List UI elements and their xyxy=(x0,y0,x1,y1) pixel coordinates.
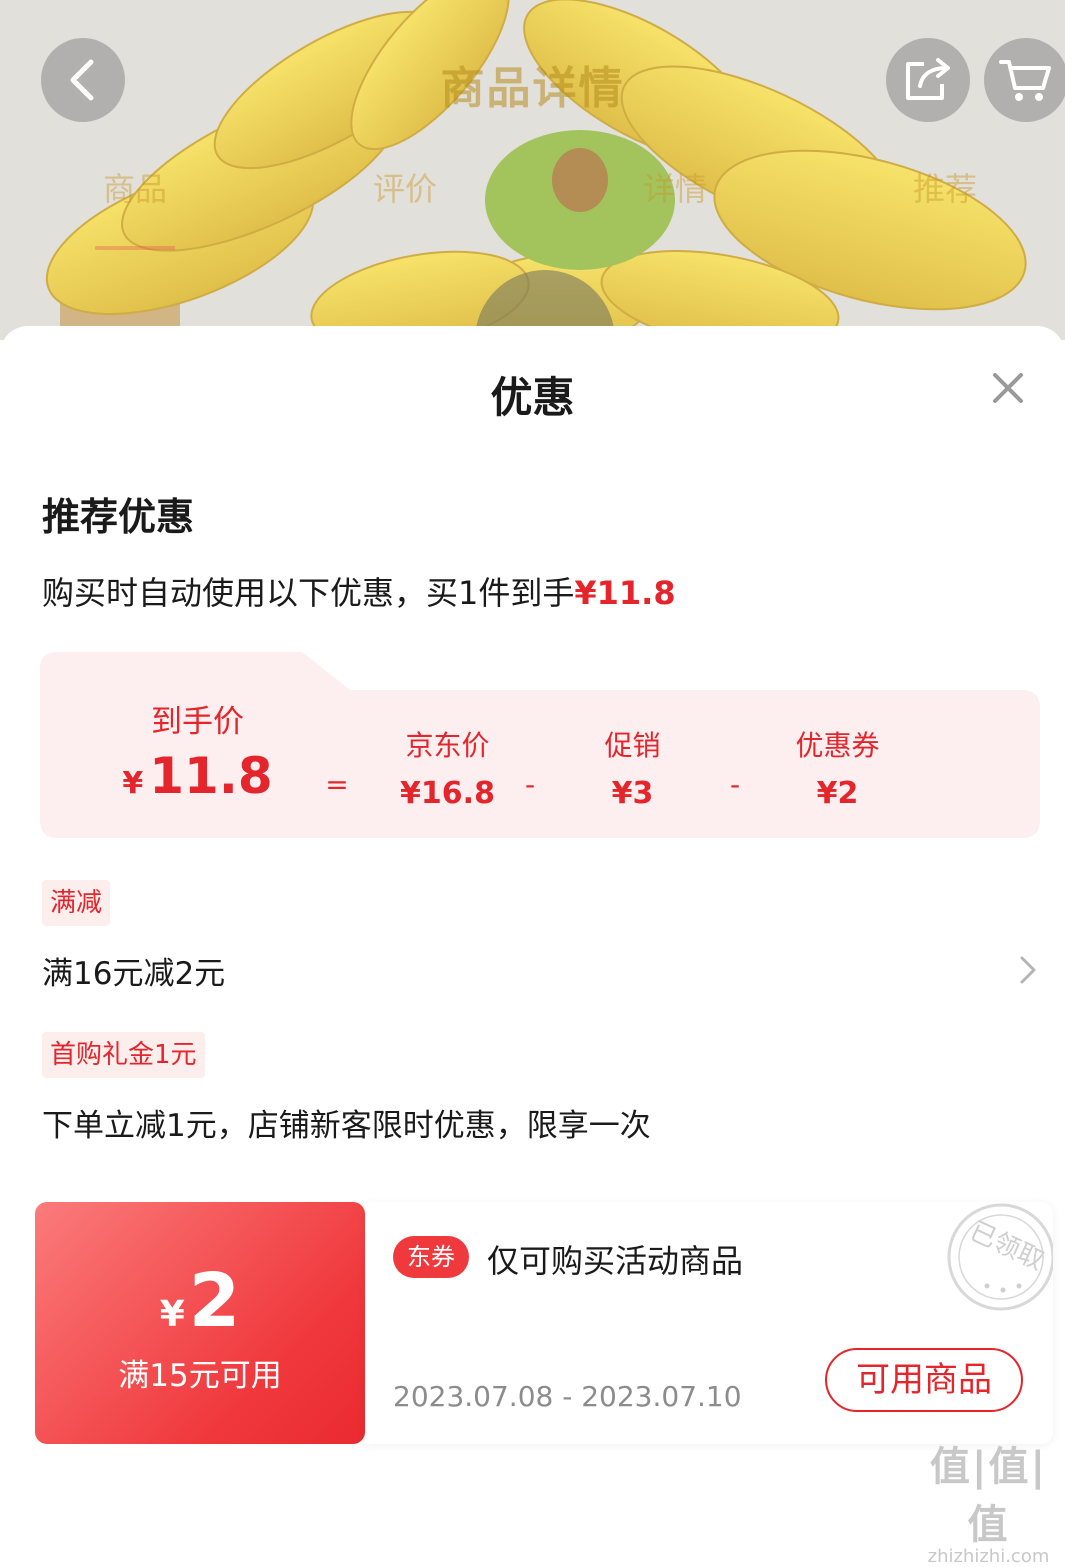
tab-details[interactable]: 详情 xyxy=(595,164,755,210)
equals-sign: = xyxy=(325,768,349,801)
active-tab-indicator xyxy=(95,246,175,250)
promo-discount-value: ¥3 xyxy=(611,776,654,811)
coupon-info-panel: 东券 仅可购买活动商品 2023.07.08 - 2023.07.10 可用商品… xyxy=(365,1202,1053,1444)
watermark-logo: 值|值|值 xyxy=(929,1444,1048,1548)
discount-sheet: 优惠 推荐优惠 购买时自动使用以下优惠，买1件到手¥11.8 到手价 ¥11.8… xyxy=(0,326,1065,1517)
coupon-discount: 优惠券 ¥2 xyxy=(775,724,900,811)
coupon-description: 仅可购买活动商品 xyxy=(487,1242,744,1280)
close-icon xyxy=(993,373,1023,403)
coupon-amount-panel: ¥2 满15元可用 xyxy=(35,1202,365,1444)
received-stamp: 已领取 xyxy=(947,1203,1053,1311)
coupon-card: ¥2 满15元可用 东券 仅可购买活动商品 2023.07.08 - 2023.… xyxy=(35,1202,1053,1444)
price-breakdown-card: 到手价 ¥11.8 = 京东价 ¥16.8 - 促销 ¥3 - 优惠券 ¥2 xyxy=(40,650,1040,838)
jd-coupon-badge: 东券 xyxy=(393,1236,469,1278)
site-watermark: 值|值|值 zhizhizhi.com xyxy=(912,1434,1065,1567)
minus-sign: - xyxy=(729,768,741,801)
share-button[interactable] xyxy=(886,38,970,122)
tab-product[interactable]: 商品 xyxy=(55,164,215,210)
close-button[interactable] xyxy=(986,366,1030,410)
share-icon xyxy=(906,58,950,100)
cart-icon xyxy=(999,60,1051,101)
svg-text:已领取: 已领取 xyxy=(965,1216,1048,1276)
promo-discount-label: 促销 xyxy=(604,729,661,762)
product-hero: 商品 详情 商品 评价 详情 推荐 xyxy=(0,0,1065,340)
coupon-amount: ¥2 xyxy=(159,1258,241,1344)
promo-tag-full-reduction: 满减 xyxy=(42,880,111,926)
promo-discount: 促销 ¥3 xyxy=(570,724,695,811)
jd-price-value: ¥16.8 xyxy=(400,776,495,811)
cart-button[interactable] xyxy=(984,38,1065,122)
header-tabs: 商品 评价 详情 推荐 xyxy=(0,164,1065,224)
summary-text: 购买时自动使用以下优惠，买1件到手 xyxy=(42,574,575,612)
tab-reviews[interactable]: 评价 xyxy=(325,164,485,210)
recommended-section-title: 推荐优惠 xyxy=(42,495,195,539)
coupon-condition: 满15元可用 xyxy=(118,1358,282,1394)
coupon-validity: 2023.07.08 - 2023.07.10 xyxy=(393,1380,742,1413)
summary-price: ¥11.8 xyxy=(574,574,676,612)
chevron-right-icon[interactable] xyxy=(1018,954,1038,986)
available-products-button[interactable]: 可用商品 xyxy=(825,1348,1023,1412)
coupon-discount-value: ¥2 xyxy=(816,776,859,811)
promo-text-first-purchase: 下单立减1元，店铺新客限时优惠，限享一次 xyxy=(42,1108,651,1144)
promo-text-full-reduction[interactable]: 满16元减2元 xyxy=(42,948,225,993)
discount-summary: 购买时自动使用以下优惠，买1件到手¥11.8 xyxy=(42,568,676,614)
tab-recommend[interactable]: 推荐 xyxy=(865,164,1025,210)
promo-tag-first-purchase: 首购礼金1元 xyxy=(42,1032,205,1078)
final-price-value: ¥11.8 xyxy=(122,747,273,805)
jd-price: 京东价 ¥16.8 xyxy=(385,724,510,811)
final-price-label: 到手价 xyxy=(151,704,244,740)
jd-price-label: 京东价 xyxy=(405,729,490,762)
sheet-title: 优惠 xyxy=(490,373,575,422)
coupon-discount-label: 优惠券 xyxy=(795,729,880,762)
watermark-url: zhizhizhi.com xyxy=(927,1546,1050,1567)
final-price: 到手价 ¥11.8 xyxy=(100,696,295,805)
minus-sign: - xyxy=(524,768,536,801)
